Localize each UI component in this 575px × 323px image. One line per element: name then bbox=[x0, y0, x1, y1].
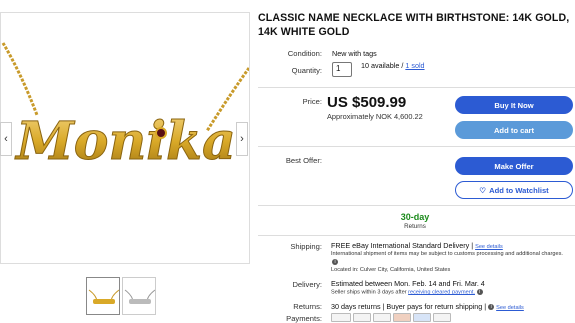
heart-icon: ♡ bbox=[479, 185, 487, 195]
divider bbox=[258, 87, 575, 88]
payment-method-amex bbox=[413, 313, 431, 322]
shipping-label: Shipping: bbox=[290, 242, 322, 251]
quantity-availability: 10 available / 1 sold bbox=[361, 61, 425, 70]
returns-info: 30 days returns | Buyer pays for return … bbox=[331, 302, 524, 311]
returns-badge: 30-day Returns bbox=[382, 212, 448, 230]
payment-method-paypal bbox=[331, 313, 351, 322]
shipping-note: International shipment of items may be s… bbox=[331, 251, 563, 257]
item-location: Located in: Culver City, California, Uni… bbox=[331, 267, 451, 273]
payments-label: Payments: bbox=[286, 314, 322, 323]
price-label: Price: bbox=[302, 97, 322, 106]
payment-method-discover bbox=[433, 313, 451, 322]
returns-badge-text: Returns bbox=[404, 223, 426, 230]
next-image-button[interactable]: › bbox=[236, 122, 248, 156]
returns-details-link[interactable]: See details bbox=[496, 305, 524, 311]
quantity-input[interactable]: 1 bbox=[332, 62, 352, 77]
returns-text: 30 days returns | Buyer pays for return … bbox=[331, 302, 487, 311]
info-icon[interactable]: i bbox=[332, 259, 338, 265]
info-icon[interactable]: i bbox=[476, 289, 483, 295]
listing-title: CLASSIC NAME NECKLACE WITH BIRTHSTONE: 1… bbox=[258, 12, 570, 38]
delivery-note: Seller ships within 3 days after receivi… bbox=[331, 289, 483, 295]
main-image-viewer[interactable]: Monika bbox=[0, 12, 250, 264]
quantity-label: Quantity: bbox=[291, 66, 322, 75]
divider bbox=[258, 146, 575, 147]
add-to-cart-button[interactable]: Add to cart bbox=[455, 121, 573, 139]
delivery-main: Estimated between Mon. Feb. 14 and Fri. … bbox=[331, 279, 485, 288]
thumbnail-2[interactable] bbox=[122, 277, 156, 315]
payment-method-visa bbox=[373, 313, 391, 322]
price-approx: Approximately NOK 4,600.22 bbox=[327, 112, 423, 121]
available-count: 10 available / bbox=[361, 61, 404, 70]
chevron-left-icon: ‹ bbox=[4, 133, 8, 145]
condition-label: Condition: bbox=[287, 49, 322, 58]
info-icon[interactable]: i bbox=[488, 304, 495, 311]
chevron-right-icon: › bbox=[240, 133, 244, 145]
payment-method-mastercard bbox=[393, 313, 411, 322]
delivery-label: Delivery: bbox=[292, 280, 322, 289]
thumbnail-white-gold-image bbox=[124, 289, 155, 304]
delivery-note-text: Seller ships within 3 days after bbox=[331, 289, 407, 296]
shipping-details-link[interactable]: See details bbox=[475, 244, 503, 250]
necklace-image: Monika bbox=[1, 42, 249, 173]
shipping-main: FREE eBay International Standard Deliver… bbox=[331, 241, 474, 250]
payment-method-googlepay bbox=[353, 313, 371, 322]
divider bbox=[258, 205, 575, 206]
best-offer-label: Best Offer: bbox=[285, 156, 322, 165]
returns-label: Returns: bbox=[293, 302, 322, 311]
shipping-info: FREE eBay International Standard Deliver… bbox=[331, 241, 571, 250]
necklace-name-text: Monika bbox=[14, 111, 236, 172]
add-to-watchlist-button[interactable]: ♡ Add to Watchlist bbox=[455, 181, 573, 199]
prev-image-button[interactable]: ‹ bbox=[0, 122, 12, 156]
divider bbox=[258, 235, 575, 236]
condition-value: New with tags bbox=[332, 49, 377, 58]
thumbnail-gold-image bbox=[88, 289, 119, 304]
cleared-payment-link[interactable]: receiving cleared payment. bbox=[408, 289, 475, 295]
buy-it-now-button[interactable]: Buy It Now bbox=[455, 96, 573, 114]
make-offer-button[interactable]: Make Offer bbox=[455, 157, 573, 175]
price-amount: US $509.99 bbox=[327, 94, 407, 111]
returns-badge-days: 30-day bbox=[400, 212, 430, 222]
thumbnail-1[interactable] bbox=[86, 277, 120, 315]
sold-link[interactable]: 1 sold bbox=[405, 61, 424, 70]
watchlist-label: Add to Watchlist bbox=[489, 185, 549, 195]
